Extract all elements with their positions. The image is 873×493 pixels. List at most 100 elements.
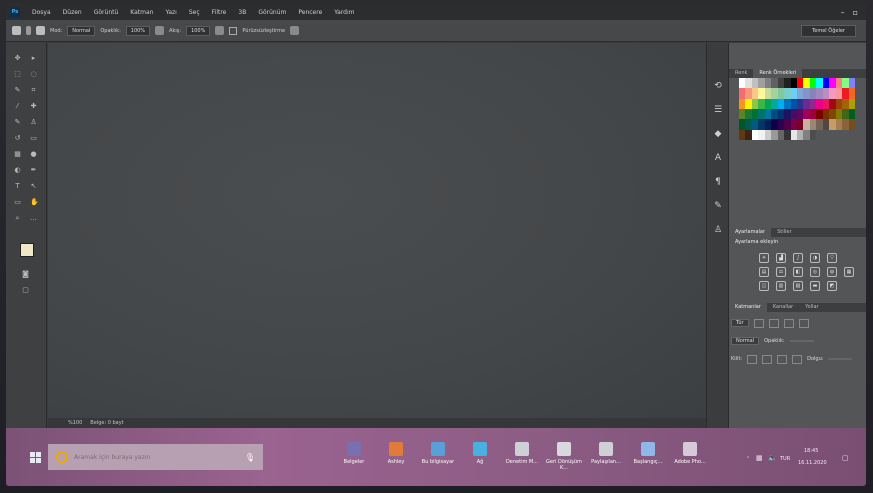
- swatch-cell[interactable]: [848, 108, 855, 120]
- healing-tool-icon[interactable]: ✚: [30, 103, 37, 110]
- character-panel-icon[interactable]: A: [713, 153, 723, 163]
- taskbar-app-item[interactable]: Ashley: [378, 440, 414, 474]
- taskbar-app-item[interactable]: Denetim M...: [504, 440, 540, 474]
- move-tool-icon[interactable]: ✥: [14, 55, 21, 62]
- tab-adjustments[interactable]: Ayarlamalar: [729, 228, 772, 237]
- flow-field[interactable]: 100%: [186, 25, 211, 36]
- pressure-size-icon[interactable]: [290, 26, 300, 35]
- zoom-tool-icon[interactable]: ⌕: [14, 215, 21, 222]
- lock-pixels-icon[interactable]: [747, 354, 758, 364]
- brush-tool-preset-icon[interactable]: [12, 26, 21, 35]
- filter-adjust-icon[interactable]: [768, 318, 779, 328]
- color-lookup-icon[interactable]: ▦: [844, 267, 854, 277]
- menu-type[interactable]: Yazı: [159, 9, 182, 16]
- brightness-icon[interactable]: ☀: [759, 253, 769, 263]
- tab-color[interactable]: Renk: [729, 69, 753, 78]
- language-indicator[interactable]: TUR: [780, 456, 790, 462]
- color-balance-icon[interactable]: ⚖: [776, 267, 786, 277]
- posterize-icon[interactable]: ▥: [776, 281, 786, 291]
- paragraph-panel-icon[interactable]: ¶: [713, 177, 723, 187]
- photo-filter-icon[interactable]: ◎: [810, 267, 820, 277]
- lock-position-icon[interactable]: [762, 354, 773, 364]
- tab-paths[interactable]: Yollar: [799, 303, 824, 312]
- type-tool-icon[interactable]: T: [14, 183, 21, 190]
- black-white-icon[interactable]: ◧: [793, 267, 803, 277]
- menu-filter[interactable]: Filtre: [206, 9, 233, 16]
- shape-tool-icon[interactable]: ▭: [14, 199, 21, 206]
- pressure-opacity-icon[interactable]: [155, 26, 165, 35]
- menu-help[interactable]: Yardım: [328, 9, 360, 16]
- canvas-area[interactable]: [48, 43, 706, 418]
- foreground-color-swatch[interactable]: [20, 243, 34, 257]
- history-panel-icon[interactable]: ⟲: [713, 81, 723, 91]
- smoothing-checkbox[interactable]: [229, 26, 238, 35]
- layer-opacity-field[interactable]: [789, 340, 814, 342]
- airbrush-icon[interactable]: [215, 26, 225, 35]
- cortana-icon[interactable]: [56, 451, 68, 463]
- layer-fill-field[interactable]: [828, 358, 853, 360]
- menu-file[interactable]: Dosya: [26, 9, 57, 16]
- properties-panel-icon[interactable]: ☰: [713, 105, 723, 115]
- threshold-icon[interactable]: ▧: [793, 281, 803, 291]
- quick-select-tool-icon[interactable]: ✎: [14, 87, 21, 94]
- taskbar-app-item[interactable]: Belgeler: [336, 440, 372, 474]
- tab-channels[interactable]: Kanallar: [767, 303, 799, 312]
- brush-panel-icon[interactable]: [36, 26, 45, 35]
- exposure-icon[interactable]: ◑: [810, 253, 820, 263]
- libraries-panel-icon[interactable]: ◆: [713, 129, 723, 139]
- filter-pixel-icon[interactable]: [753, 318, 764, 328]
- clone-source-panel-icon[interactable]: ♙: [713, 225, 723, 235]
- windows-start-icon[interactable]: [30, 452, 42, 464]
- hand-tool-icon[interactable]: ✋: [30, 199, 39, 206]
- quick-mask-icon[interactable]: ◙: [22, 271, 29, 278]
- levels-icon[interactable]: ▟: [776, 253, 786, 263]
- brush-tool-icon[interactable]: ✎: [14, 119, 21, 126]
- taskbar-app-item[interactable]: Geri Dönüşüm K...: [546, 440, 582, 474]
- dodge-tool-icon[interactable]: ◐: [14, 167, 21, 174]
- eyedropper-tool-icon[interactable]: ⁄: [14, 103, 21, 110]
- swatch-cell[interactable]: [809, 129, 817, 140]
- lock-all-icon[interactable]: [792, 354, 803, 364]
- menu-select[interactable]: Seç: [183, 9, 206, 16]
- tab-styles[interactable]: Stiller: [771, 228, 797, 237]
- maximize-button[interactable]: ▫: [853, 8, 858, 17]
- menu-view[interactable]: Görünüm: [252, 9, 292, 16]
- selective-color-icon[interactable]: ◩: [827, 281, 837, 291]
- blur-tool-icon[interactable]: ●: [30, 151, 37, 158]
- blend-mode-select[interactable]: Normal: [731, 337, 760, 345]
- brush-panel-icon[interactable]: ✎: [713, 201, 723, 211]
- channel-mixer-icon[interactable]: ◍: [827, 267, 837, 277]
- marquee-tool-icon[interactable]: ⬚: [14, 71, 21, 78]
- menu-edit[interactable]: Düzen: [57, 9, 88, 16]
- menu-window[interactable]: Pencere: [292, 9, 328, 16]
- swatch-cell[interactable]: [848, 78, 855, 89]
- taskbar-search-box[interactable]: Aramak için buraya yazın 🎙: [48, 444, 263, 470]
- lock-artboard-icon[interactable]: [777, 354, 788, 364]
- layer-kind-select[interactable]: Tür: [731, 319, 749, 327]
- clock-date[interactable]: 16.11.2020: [798, 460, 827, 466]
- taskbar-app-item[interactable]: Paylaşılan...: [588, 440, 624, 474]
- taskbar-app-item[interactable]: Başlangıç...: [630, 440, 666, 474]
- menu-3d[interactable]: 3B: [232, 9, 252, 16]
- path-select-tool-icon[interactable]: ↖: [30, 183, 37, 190]
- tab-layers[interactable]: Katmanlar: [729, 303, 767, 312]
- lasso-tool-icon[interactable]: ◌: [30, 71, 37, 78]
- clock-time[interactable]: 18:45: [804, 448, 818, 454]
- taskbar-app-item[interactable]: Ağ: [462, 440, 498, 474]
- mode-select[interactable]: Normal: [67, 25, 96, 36]
- crop-tool-icon[interactable]: ⌗: [30, 87, 37, 94]
- menu-layer[interactable]: Katman: [124, 9, 159, 16]
- gradient-map-icon[interactable]: ▬: [810, 281, 820, 291]
- artboard-tool-icon[interactable]: ▸: [30, 55, 37, 62]
- microphone-icon[interactable]: 🎙: [245, 453, 255, 462]
- history-brush-tool-icon[interactable]: ↺: [14, 135, 21, 142]
- tray-up-chevron-icon[interactable]: ⌃: [746, 456, 750, 462]
- curves-icon[interactable]: ∫: [793, 253, 803, 263]
- swatch-cell[interactable]: [848, 119, 855, 130]
- pen-tool-icon[interactable]: ✒: [30, 167, 37, 174]
- brush-size-icon[interactable]: [26, 26, 31, 35]
- swatch-cell[interactable]: [848, 88, 855, 99]
- network-icon[interactable]: ▦: [756, 454, 763, 462]
- invert-icon[interactable]: ◫: [759, 281, 769, 291]
- eraser-tool-icon[interactable]: ▭: [30, 135, 37, 142]
